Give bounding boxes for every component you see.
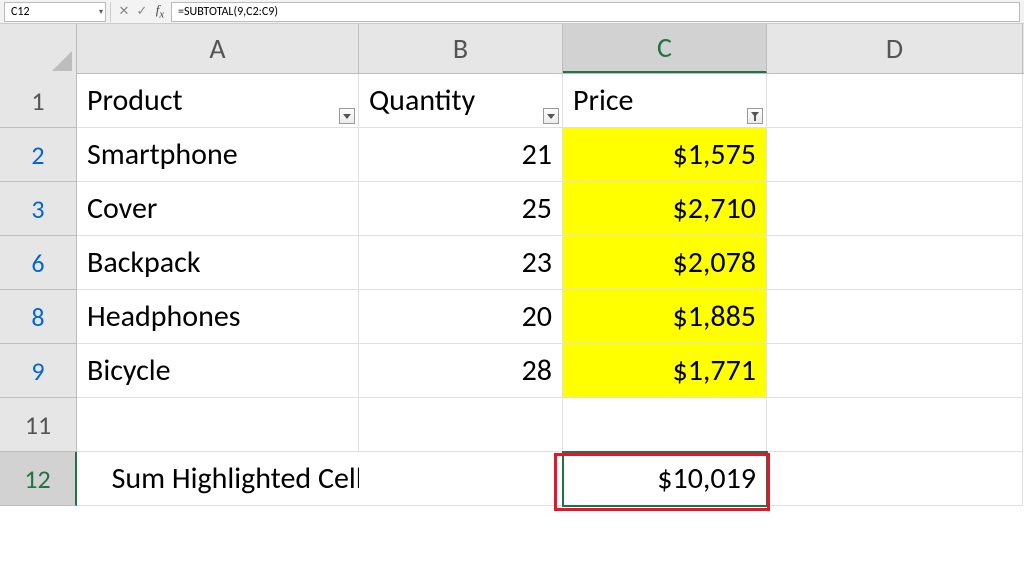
column-header-C[interactable]: C (563, 24, 767, 73)
cell-empty[interactable] (767, 128, 1023, 182)
filter-dropdown-icon[interactable] (339, 108, 355, 124)
sum-value: $10,019 (657, 460, 756, 497)
formula-bar: C12 ▾ ✕ ✓ fx =SUBTOTAL(9,C2:C9) (0, 0, 1024, 24)
cell-product[interactable]: Cover (77, 182, 359, 236)
row-header[interactable]: 2 (0, 128, 77, 182)
separator (110, 2, 111, 22)
cell-empty[interactable] (767, 452, 1023, 506)
column-header-D[interactable]: D (767, 24, 1023, 73)
formula-input[interactable]: =SUBTOTAL(9,C2:C9) (171, 2, 1020, 22)
cell-price[interactable]: $1,885 (563, 290, 767, 344)
cell-empty[interactable] (767, 344, 1023, 398)
cell-qty[interactable]: 23 (359, 236, 563, 290)
cell-empty[interactable] (767, 398, 1023, 452)
table-row: 6 Backpack 23 $2,078 (0, 236, 1024, 290)
table-row: 8 Headphones 20 $1,885 (0, 290, 1024, 344)
confirm-icon[interactable]: ✓ (133, 4, 151, 19)
cell-qty[interactable]: 20 (359, 290, 563, 344)
cell-B1[interactable]: Quantity (359, 74, 563, 128)
cell-qty[interactable]: 28 (359, 344, 563, 398)
column-headers: A B C D (0, 24, 1024, 74)
row-header[interactable]: 12 (0, 452, 77, 506)
table-row: 2 Smartphone 21 $1,575 (0, 128, 1024, 182)
cancel-icon[interactable]: ✕ (115, 4, 133, 19)
cell-empty[interactable] (563, 398, 767, 452)
cell-qty[interactable]: 21 (359, 128, 563, 182)
row-header[interactable]: 9 (0, 344, 77, 398)
header-price: Price (573, 82, 633, 119)
formula-text: =SUBTOTAL(9,C2:C9) (178, 5, 278, 19)
cell-price[interactable]: $1,771 (563, 344, 767, 398)
row-header[interactable]: 8 (0, 290, 77, 344)
row-header[interactable]: 6 (0, 236, 77, 290)
cell-product[interactable]: Headphones (77, 290, 359, 344)
cell-empty[interactable] (767, 236, 1023, 290)
name-box[interactable]: C12 ▾ (4, 2, 106, 22)
row-header-1[interactable]: 1 (0, 74, 77, 128)
spreadsheet: A B C D 1 Product Quantity Price 2 Smart… (0, 24, 1024, 506)
fx-icon[interactable]: fx (151, 2, 169, 21)
row-header[interactable]: 11 (0, 398, 77, 452)
table-row: 3 Cover 25 $2,710 (0, 182, 1024, 236)
cell-A1[interactable]: Product (77, 74, 359, 128)
cell-sum-label-part2[interactable] (359, 452, 563, 506)
select-all-triangle-icon (52, 51, 72, 71)
cell-qty[interactable]: 25 (359, 182, 563, 236)
select-all-corner[interactable] (0, 24, 77, 74)
header-product: Product (87, 82, 183, 119)
name-box-value: C12 (11, 5, 30, 19)
row-sum: 12 Sum Highlighted Cells $10,019 (0, 452, 1024, 506)
chevron-down-icon: ▾ (99, 7, 103, 17)
cell-D1[interactable] (767, 74, 1023, 128)
header-quantity: Quantity (369, 82, 475, 119)
row-header[interactable]: 3 (0, 182, 77, 236)
filter-active-icon[interactable] (747, 108, 763, 124)
row-blank: 11 (0, 398, 1024, 452)
cell-product[interactable]: Smartphone (77, 128, 359, 182)
cell-product[interactable]: Bicycle (77, 344, 359, 398)
column-header-A[interactable]: A (77, 24, 359, 73)
cell-C1[interactable]: Price (563, 74, 767, 128)
cell-empty[interactable] (359, 398, 563, 452)
cell-price[interactable]: $2,710 (563, 182, 767, 236)
cell-empty[interactable] (77, 398, 359, 452)
filter-dropdown-icon[interactable] (543, 108, 559, 124)
cell-price[interactable]: $2,078 (563, 236, 767, 290)
cell-sum-label-part1[interactable]: Sum Highlighted Cells (77, 452, 359, 506)
cell-empty[interactable] (767, 290, 1023, 344)
sum-label: Sum Highlighted Cells (112, 460, 375, 497)
column-header-B[interactable]: B (359, 24, 563, 73)
row-1: 1 Product Quantity Price (0, 74, 1024, 128)
cell-empty[interactable] (767, 182, 1023, 236)
cell-price[interactable]: $1,575 (563, 128, 767, 182)
table-row: 9 Bicycle 28 $1,771 (0, 344, 1024, 398)
cell-sum-value[interactable]: $10,019 (563, 452, 767, 506)
cell-product[interactable]: Backpack (77, 236, 359, 290)
